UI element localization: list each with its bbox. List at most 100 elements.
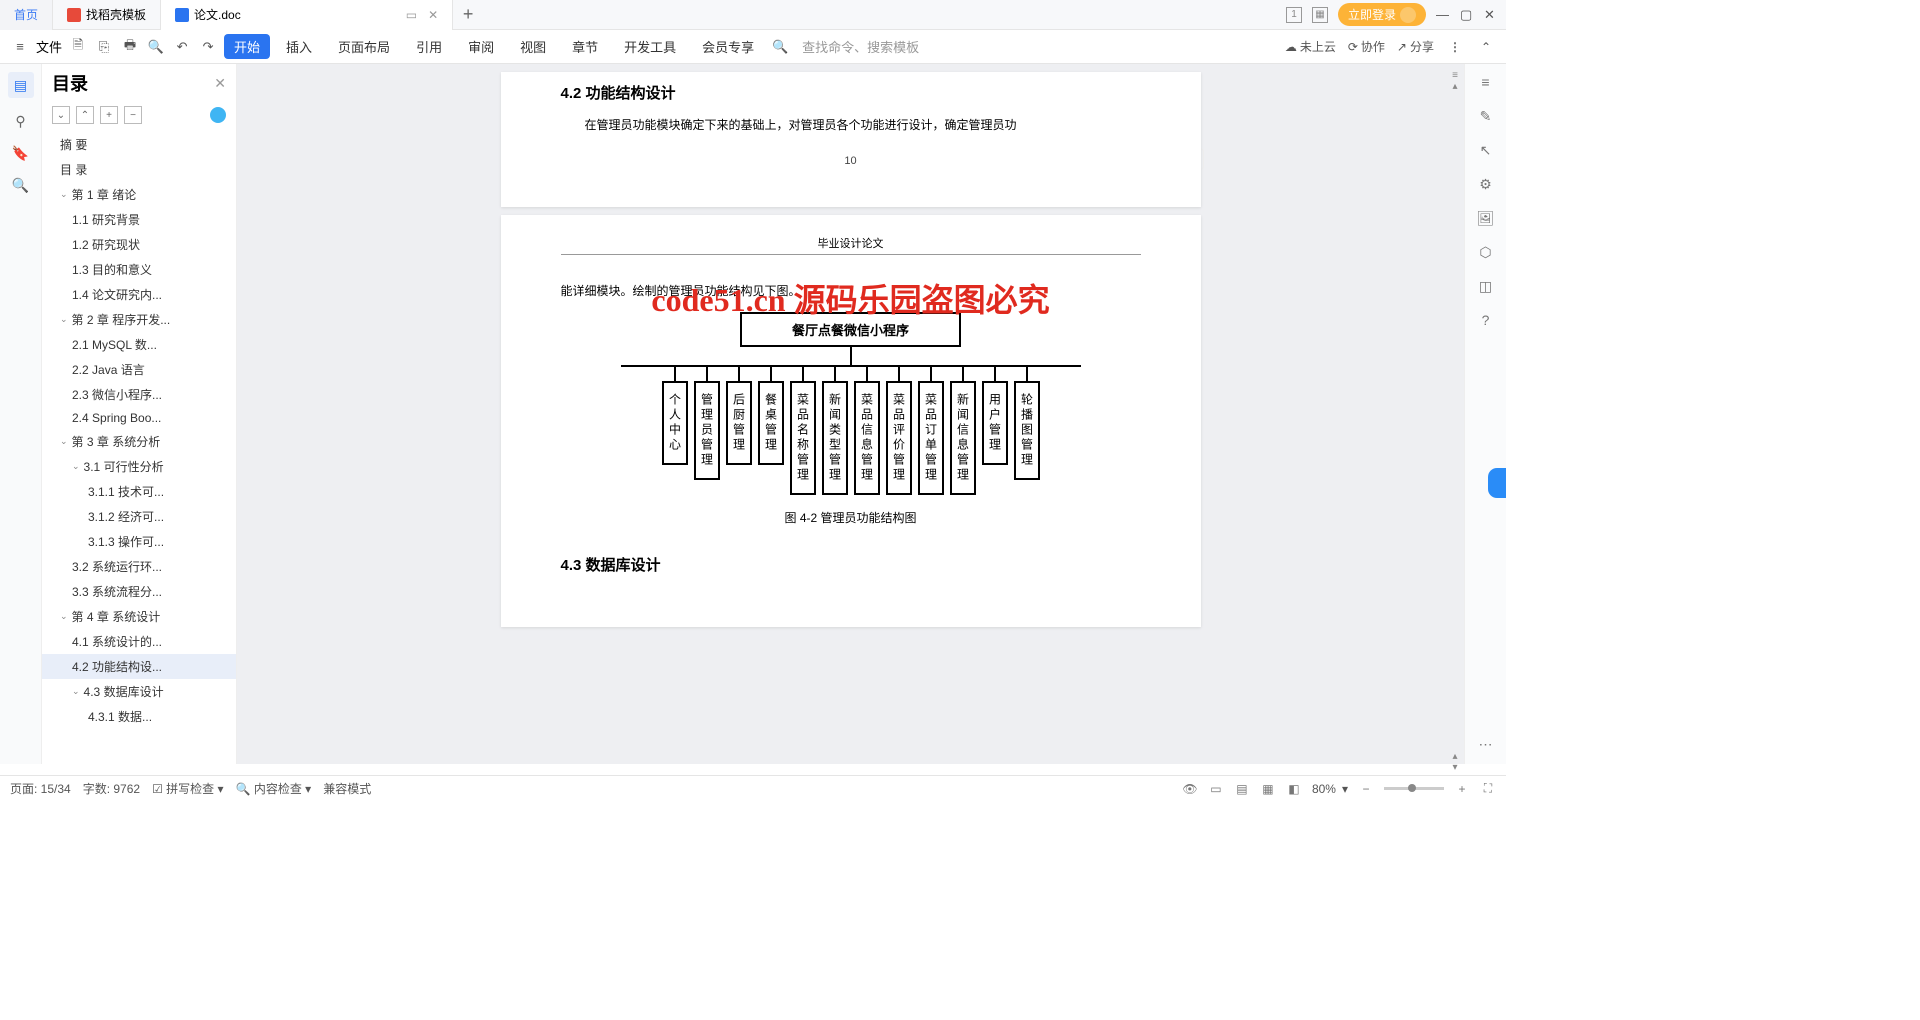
more-icon[interactable]: ⋮ [1446, 40, 1464, 54]
tab-template[interactable]: 找稻壳模板 [53, 0, 161, 30]
view-web-icon[interactable]: ▦ [1260, 781, 1276, 797]
toc-item[interactable]: 2.1 MySQL 数... [42, 332, 236, 357]
expand-all-icon[interactable]: ⌃ [76, 106, 94, 124]
share-button[interactable]: ↗ 分享 [1397, 38, 1434, 55]
tab-home[interactable]: 首页 [0, 0, 53, 30]
search-command[interactable]: 查找命令、搜索模板 [802, 37, 919, 56]
fullscreen-icon[interactable]: ⛶ [1480, 781, 1496, 797]
undo-icon[interactable]: ↶ [172, 37, 192, 57]
status-bar: 页面: 15/34 字数: 9762 ☑ 拼写检查 ▾ 🔍 内容检查 ▾ 兼容模… [0, 775, 1506, 801]
toc-item[interactable]: 1.1 研究背景 [42, 207, 236, 232]
zoom-control[interactable]: 80% ▾ [1312, 782, 1348, 796]
export-icon[interactable]: ⎘ [94, 37, 114, 57]
compat-mode[interactable]: 兼容模式 [323, 780, 371, 797]
present-icon[interactable]: ▭ [406, 8, 417, 22]
toc-item[interactable]: 3.1.3 操作可... [42, 529, 236, 554]
toc-item[interactable]: 1.4 论文研究内... [42, 282, 236, 307]
toc-item[interactable]: 3.1.1 技术可... [42, 479, 236, 504]
zoom-out-icon[interactable]: − [1358, 781, 1374, 797]
toc-item[interactable]: 3.2 系统运行环... [42, 554, 236, 579]
layout-icon[interactable]: 1 [1286, 7, 1302, 23]
sync-badge-icon[interactable] [210, 107, 226, 123]
content-check[interactable]: 🔍 内容检查 ▾ [236, 780, 312, 797]
tab-doc[interactable]: 论文.doc▭✕ [161, 0, 453, 30]
side-tab[interactable] [1488, 468, 1506, 498]
remove-icon[interactable]: − [124, 106, 142, 124]
word-count[interactable]: 字数: 9762 [83, 780, 140, 797]
toc-item[interactable]: 摘 要 [42, 132, 236, 157]
tab-member[interactable]: 会员专享 [692, 34, 764, 59]
zoom-slider[interactable] [1384, 787, 1444, 790]
zoom-in-icon[interactable]: + [1454, 781, 1470, 797]
apps-icon[interactable]: ▦ [1312, 7, 1328, 23]
menu-icon[interactable]: ≡ [1476, 72, 1496, 92]
search-rail-icon[interactable]: 🔍 [12, 176, 30, 194]
doc-icon [175, 8, 189, 22]
document-area[interactable]: ♡ 4.2 功能结构设计 在管理员功能模块确定下来的基础上，对管理员各个功能进行… [237, 64, 1464, 764]
toc-item[interactable]: 目 录 [42, 157, 236, 182]
view-read-icon[interactable]: ▭ [1208, 781, 1224, 797]
login-button[interactable]: 立即登录 [1338, 3, 1426, 26]
tab-dev[interactable]: 开发工具 [614, 34, 686, 59]
outline-icon[interactable]: ▤ [8, 72, 34, 98]
toc-item[interactable]: 2.2 Java 语言 [42, 357, 236, 382]
pin-icon[interactable]: ⚲ [12, 112, 30, 130]
view-page-icon[interactable]: ▤ [1234, 781, 1250, 797]
preview-icon[interactable]: 🔍 [146, 37, 166, 57]
toc-item[interactable]: ⌄第 3 章 系统分析 [42, 429, 236, 454]
add-icon[interactable]: + [100, 106, 118, 124]
toc-item[interactable]: 1.2 研究现状 [42, 232, 236, 257]
scrollbar[interactable]: ≡▴▴▾ [1448, 70, 1462, 773]
tab-ref[interactable]: 引用 [406, 34, 452, 59]
close-button[interactable]: ✕ [1484, 7, 1498, 23]
cursor-icon[interactable]: ↖ [1476, 140, 1496, 160]
collapse-all-icon[interactable]: ⌄ [52, 106, 70, 124]
redo-icon[interactable]: ↷ [198, 37, 218, 57]
save-icon[interactable]: 🗎 [68, 37, 88, 57]
bookmark-icon[interactable]: 🔖 [12, 144, 30, 162]
page-indicator[interactable]: 页面: 15/34 [10, 780, 71, 797]
tab-start[interactable]: 开始 [224, 34, 270, 59]
view-eye-icon[interactable]: 👁 [1182, 781, 1198, 797]
collapse-icon[interactable]: ⌃ [1476, 37, 1496, 57]
bulb-icon[interactable]: ⬡ [1476, 242, 1496, 262]
toc-item[interactable]: 1.3 目的和意义 [42, 257, 236, 282]
toc-item[interactable]: ⌄第 1 章 绪论 [42, 182, 236, 207]
settings-icon[interactable]: ⚙ [1476, 174, 1496, 194]
image-icon[interactable]: 🖼 [1476, 208, 1496, 228]
more-rail-icon[interactable]: ⋯ [1476, 734, 1496, 754]
toc-item[interactable]: 3.3 系统流程分... [42, 579, 236, 604]
new-tab-button[interactable]: + [453, 4, 483, 25]
outline-title: 目录 [52, 70, 88, 96]
minimize-button[interactable]: — [1436, 7, 1450, 22]
file-menu[interactable]: 文件 [36, 37, 62, 56]
maximize-button[interactable]: ▢ [1460, 7, 1474, 23]
spellcheck[interactable]: ☑ 拼写检查 ▾ [152, 780, 223, 797]
view-outline-icon[interactable]: ◧ [1286, 781, 1302, 797]
compass-icon[interactable]: ◫ [1476, 276, 1496, 296]
tab-insert[interactable]: 插入 [276, 34, 322, 59]
close-icon[interactable]: ✕ [428, 8, 438, 22]
toc-item[interactable]: 2.3 微信小程序... [42, 382, 236, 407]
cloud-status[interactable]: ☁ 未上云 [1285, 38, 1336, 55]
print-icon[interactable]: 🖶 [120, 37, 140, 57]
toc-item[interactable]: ⌄3.1 可行性分析 [42, 454, 236, 479]
toc-item[interactable]: ⌄第 4 章 系统设计 [42, 604, 236, 629]
toc-item[interactable]: 4.2 功能结构设... [42, 654, 236, 679]
toc-item[interactable]: 4.1 系统设计的... [42, 629, 236, 654]
hamburger-icon[interactable]: ≡ [10, 37, 30, 57]
toc-item[interactable]: 3.1.2 经济可... [42, 504, 236, 529]
toc-item[interactable]: 2.4 Spring Boo... [42, 407, 236, 429]
search-icon[interactable]: 🔍 [770, 37, 790, 57]
collab-button[interactable]: ⟳ 协作 [1348, 38, 1385, 55]
toc-item[interactable]: 4.3.1 数据... [42, 704, 236, 729]
pen-icon[interactable]: ✎ [1476, 106, 1496, 126]
tab-chapter[interactable]: 章节 [562, 34, 608, 59]
toc-item[interactable]: ⌄4.3 数据库设计 [42, 679, 236, 704]
close-outline-icon[interactable]: ✕ [214, 75, 226, 92]
tab-view[interactable]: 视图 [510, 34, 556, 59]
tab-review[interactable]: 审阅 [458, 34, 504, 59]
tab-layout[interactable]: 页面布局 [328, 34, 400, 59]
help-icon[interactable]: ? [1476, 310, 1496, 330]
toc-item[interactable]: ⌄第 2 章 程序开发... [42, 307, 236, 332]
